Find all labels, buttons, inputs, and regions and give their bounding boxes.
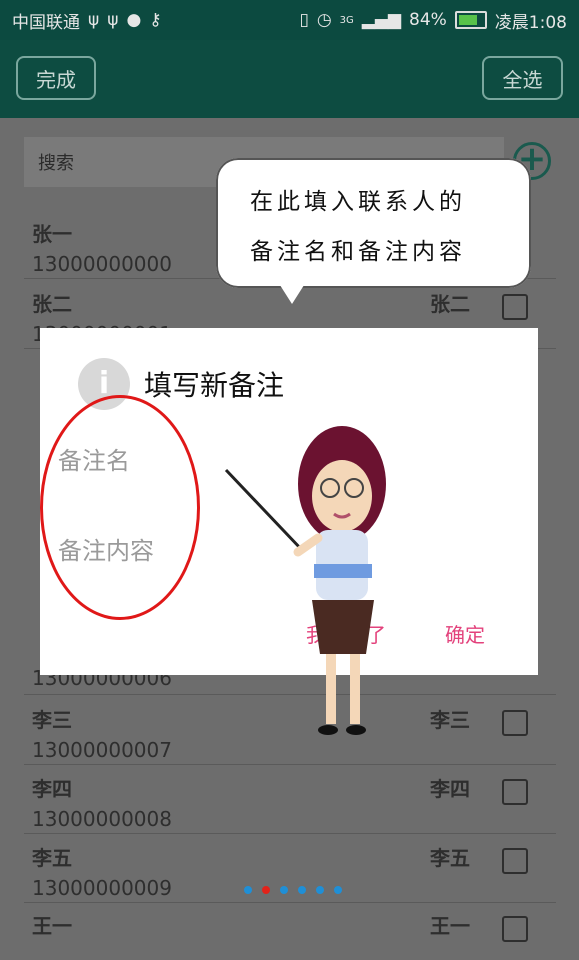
page-dot[interactable] [298, 886, 306, 894]
contact-phone: 13000000007 [32, 738, 172, 762]
contact-name: 李五 [32, 846, 72, 870]
highlight-oval [40, 395, 200, 620]
contact-name: 李三 [32, 708, 72, 732]
usb-icon: ψ [88, 10, 100, 30]
bubble-tail [278, 282, 306, 304]
contact-phone: 13000000000 [32, 252, 172, 276]
carrier-label: 中国联通 [12, 12, 80, 33]
network-type: 3G [339, 14, 354, 26]
contact-alias: 张二 [430, 292, 470, 316]
contact-alias: 李五 [430, 846, 470, 870]
contact-alias: 王一 [430, 914, 470, 938]
list-item[interactable]: 李四 13000000008 李四 [24, 765, 556, 834]
bubble-line-1: 在此填入联系人的 [250, 189, 466, 215]
done-button[interactable]: 完成 [16, 56, 96, 100]
battery-icon [454, 11, 487, 29]
page-dot[interactable] [316, 886, 324, 894]
signal-icon: ▂▄▆ [361, 10, 402, 30]
list-item[interactable]: 王一 王一 [24, 902, 556, 960]
select-checkbox[interactable] [502, 848, 528, 874]
page-indicator [244, 886, 342, 894]
page-dot[interactable] [280, 886, 288, 894]
bubble-line-2: 备注名和备注内容 [250, 239, 466, 265]
contact-name: 李四 [32, 777, 72, 801]
confirm-button[interactable]: 确定 [445, 619, 485, 648]
status-bar: 中国联通 ψ ψ ● ⚷ ▯ ◷ 3G ▂▄▆ 84% 凌晨1:08 [0, 0, 579, 40]
contact-name: 张二 [32, 292, 72, 316]
select-all-button[interactable]: 全选 [482, 56, 563, 100]
select-checkbox[interactable] [502, 779, 528, 805]
teacher-illustration [224, 426, 386, 735]
vibrate-icon: ▯ [299, 10, 309, 30]
speech-bubble: 在此填入联系人的 备注名和备注内容 [216, 158, 531, 304]
contact-name: 张一 [32, 222, 72, 246]
select-checkbox[interactable] [502, 294, 528, 320]
contact-alias: 李三 [430, 708, 470, 732]
clock: 凌晨1:08 [494, 12, 567, 33]
select-checkbox[interactable] [502, 916, 528, 942]
page-dot[interactable] [244, 886, 252, 894]
contact-name: 王一 [32, 914, 72, 938]
contact-phone: 13000000008 [32, 807, 172, 831]
chat-icon: ● [126, 10, 142, 30]
wrench-icon: ⚷ [149, 10, 162, 30]
usb-icon: ψ [107, 10, 119, 30]
page-dot[interactable] [334, 886, 342, 894]
dialog-title: 填写新备注 [144, 369, 285, 402]
contact-alias: 李四 [430, 777, 470, 801]
alarm-icon: ◷ [316, 10, 332, 30]
page-dot-active[interactable] [262, 886, 270, 894]
contact-phone: 13000000009 [32, 876, 172, 900]
select-checkbox[interactable] [502, 710, 528, 736]
battery-percent: 84% [409, 10, 447, 30]
